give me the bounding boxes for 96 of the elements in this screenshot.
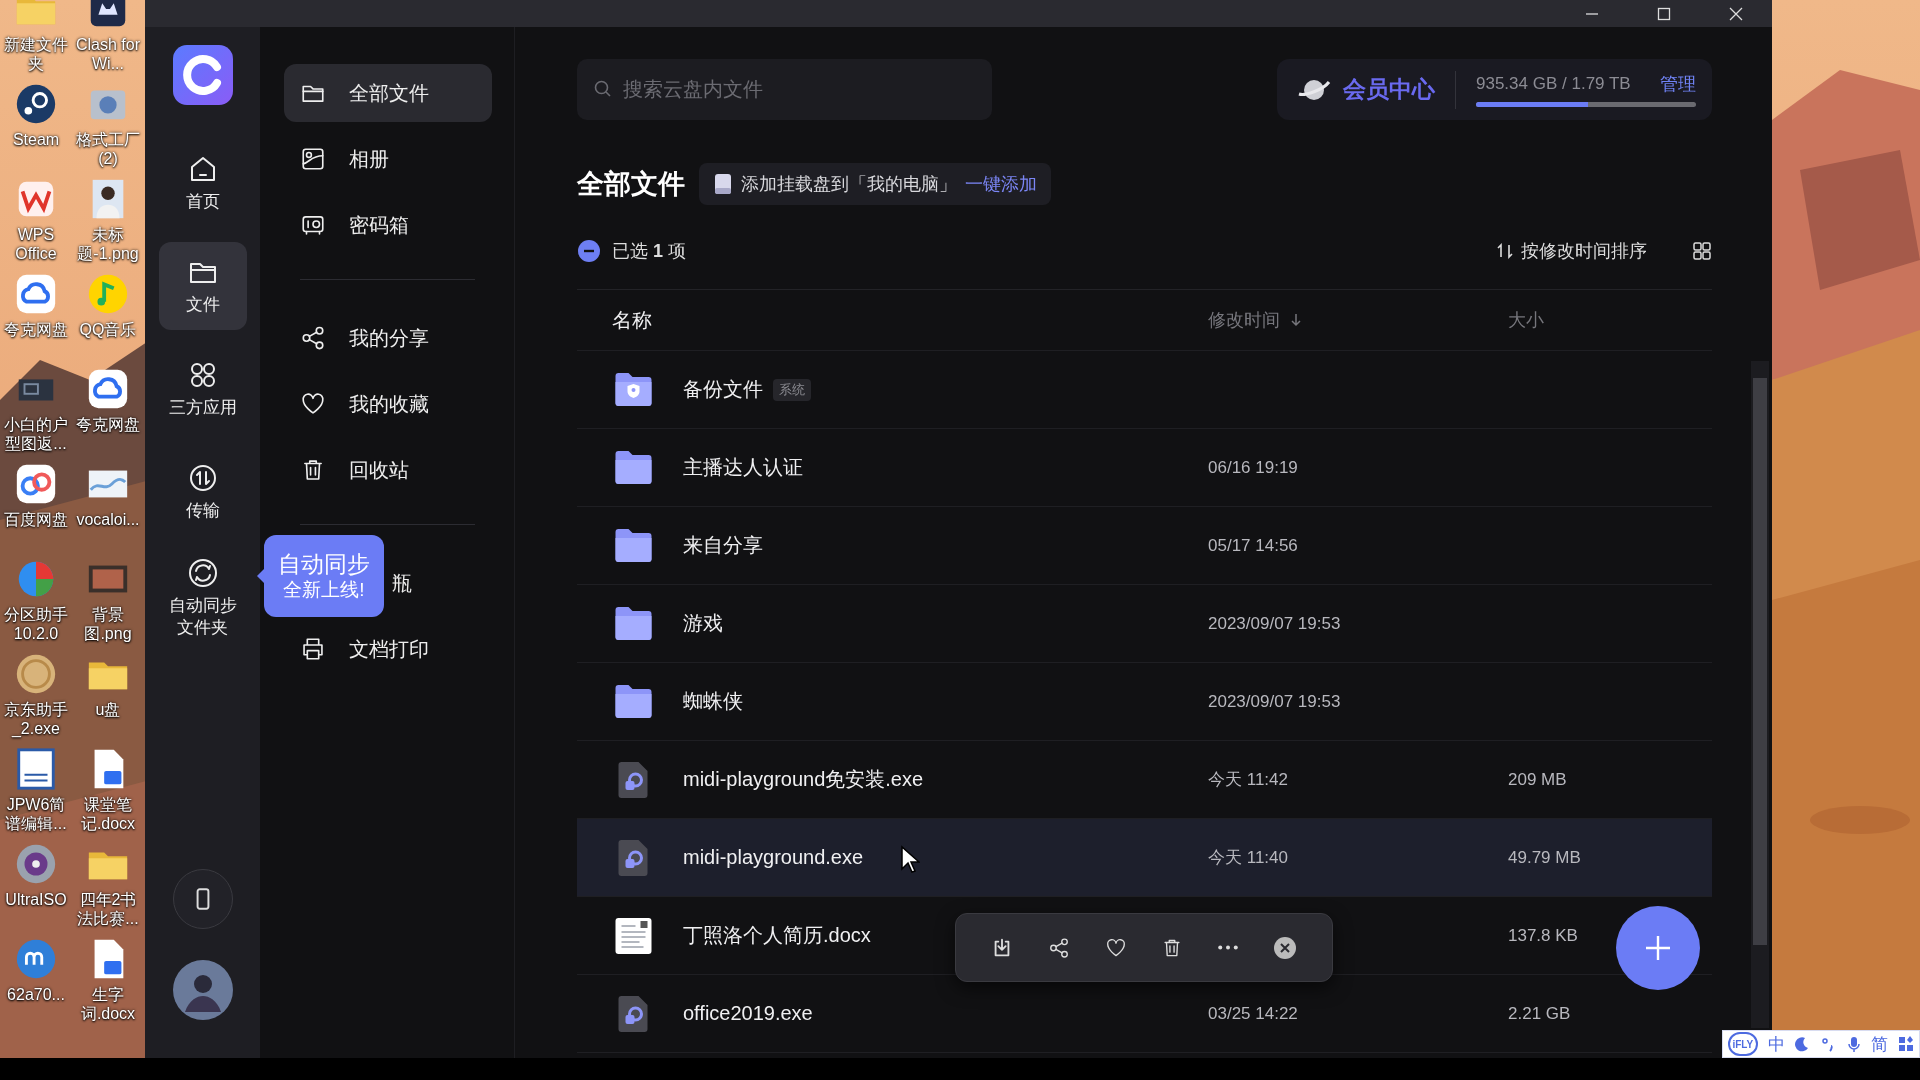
file-size: 2.21 GB <box>1508 1003 1571 1023</box>
sidebar-item[interactable]: 我的收藏 <box>284 375 492 433</box>
file-name: 主播达人认证 <box>683 455 803 480</box>
heart-icon <box>1104 936 1127 959</box>
ime-mode-button[interactable]: 中 <box>1767 1032 1785 1056</box>
column-header[interactable]: 修改时间 <box>1208 308 1280 332</box>
file-name: 丁照洛个人简历.docx <box>683 923 871 948</box>
share-icon <box>1048 936 1070 959</box>
heart-icon <box>300 391 326 417</box>
tooltip-title: 自动同步 <box>278 550 370 578</box>
file-row[interactable]: 游戏 2023/09/07 19:53 <box>577 585 1712 663</box>
modified-time: 今天 11:40 <box>1208 848 1288 867</box>
nav-tab[interactable]: 传输 <box>158 448 247 536</box>
file-row[interactable]: midi-playground.exe 今天 11:40 49.79 MB <box>577 819 1712 897</box>
sync-icon <box>186 557 219 589</box>
selection-count: 已选 1 项 <box>612 240 688 263</box>
app-logo-icon <box>172 45 233 105</box>
sort-down-icon <box>1288 312 1304 328</box>
maximize-icon <box>1657 6 1671 21</box>
column-header[interactable]: 大小 <box>1508 308 1544 332</box>
desktop-icon-label[interactable]: 背景图.png <box>72 605 144 643</box>
sidebar-item[interactable]: 文档打印 <box>284 620 492 678</box>
modified-time: 06/16 19:19 <box>1208 457 1298 477</box>
close-icon <box>1729 6 1743 21</box>
sidebar-item[interactable]: 回收站 <box>284 441 492 499</box>
share-icon <box>300 325 326 351</box>
tooltip-text: 全新上线! <box>283 578 365 602</box>
nav-tab[interactable]: 自动同步文件夹 <box>158 551 247 645</box>
nav-tab[interactable]: 首页 <box>158 139 247 227</box>
sort-icon <box>1495 241 1515 261</box>
file-name: 备份文件 <box>683 377 763 402</box>
member-center-link[interactable]: 会员中心 <box>1343 74 1435 105</box>
sidebar-item[interactable]: 我的分享 <box>284 309 492 367</box>
desktop-icon-label[interactable]: UltraISO <box>0 890 72 909</box>
desktop-icon-label[interactable]: JPW6简谱编辑... <box>0 795 72 833</box>
file-name: 来自分享 <box>683 533 763 558</box>
desktop-icon-label[interactable]: 百度网盘 <box>0 510 72 529</box>
file-row[interactable]: 来自分享 05/17 14:56 <box>577 507 1712 585</box>
ime-mode-button[interactable]: 简 <box>1871 1032 1889 1056</box>
plus-icon <box>1643 933 1673 963</box>
desktop-icon-label[interactable]: 京东助手_2.exe <box>0 700 72 738</box>
photo-icon <box>300 146 326 172</box>
sort-button[interactable]: 按修改时间排序 <box>1521 239 1647 263</box>
search-field[interactable]: 搜索云盘内文件 <box>577 59 992 120</box>
file-name: 蜘蛛侠 <box>683 689 743 714</box>
storage-usage: 935.34 GB / 1.79 TB <box>1476 74 1631 94</box>
desktop-icon-label[interactable]: 四年2书法比赛... <box>72 890 144 928</box>
desktop-icon-label[interactable]: vocaloi... <box>72 510 144 529</box>
desktop-icon-label[interactable]: 夸克网盘 <box>72 415 144 434</box>
nav-tab[interactable]: 三方应用 <box>158 345 247 433</box>
sidebar-item[interactable]: 全部文件 <box>284 64 492 122</box>
microphone-icon <box>1845 1036 1862 1052</box>
modified-time: 03/25 14:22 <box>1208 1003 1298 1023</box>
file-name: midi-playground免安装.exe <box>683 767 924 792</box>
modified-time: 05/17 14:56 <box>1208 535 1298 555</box>
close-icon <box>1272 935 1297 960</box>
desktop-icon-label[interactable]: 课堂笔记.docx <box>72 795 144 833</box>
apps-grid-icon <box>1898 1036 1915 1052</box>
file-size: 49.79 MB <box>1508 847 1581 867</box>
banner-text: 添加挂载盘到「我的电脑」 <box>741 173 957 196</box>
sidebar-item[interactable]: 相册 <box>284 130 492 188</box>
minimize-icon <box>1585 12 1599 15</box>
scrollbar[interactable] <box>1751 361 1769 1028</box>
punctuation-icon <box>1819 1036 1836 1052</box>
file-name: office2019.exe <box>683 1002 813 1025</box>
add-link[interactable]: 一键添加 <box>965 172 1037 196</box>
moon-icon <box>1794 1036 1811 1052</box>
modified-time: 2023/09/07 19:53 <box>1208 691 1341 711</box>
file-size: 209 MB <box>1508 769 1567 789</box>
file-size: 137.8 KB <box>1508 925 1578 945</box>
ime-logo[interactable]: iFLY <box>1727 1032 1758 1056</box>
sidebar-item[interactable]: 密码箱 <box>284 196 492 254</box>
file-row[interactable]: 主播达人认证 06/16 19:19 <box>577 429 1712 507</box>
desktop-icon-label[interactable]: u盘 <box>72 700 144 719</box>
page-title: 全部文件 <box>577 168 685 201</box>
tag: 系统 <box>773 378 811 401</box>
desktop-icon-label[interactable]: 分区助手10.2.0 <box>0 605 72 643</box>
file-row[interactable]: 备份文件 系统 <box>577 351 1712 429</box>
desktop-icon-label[interactable]: 生字词.docx <box>72 985 144 1023</box>
mouse-cursor-icon <box>900 845 920 875</box>
more-icon <box>1217 945 1238 950</box>
printer-icon <box>300 636 326 662</box>
scrollbar-thumb[interactable] <box>1753 378 1767 945</box>
desktop-icon-label[interactable]: 小白的户型图返... <box>0 415 72 453</box>
column-header[interactable]: 名称 <box>612 306 652 334</box>
deselect-icon <box>577 239 601 263</box>
avatar <box>172 960 233 1020</box>
file-name: midi-playground.exe <box>683 846 864 869</box>
modified-time: 今天 11:42 <box>1208 770 1288 789</box>
nav-tab[interactable]: 文件 <box>158 242 247 330</box>
modified-time: 2023/09/07 19:53 <box>1208 613 1341 633</box>
grid-view-icon <box>1692 241 1712 261</box>
file-name: 游戏 <box>683 611 723 636</box>
file-row[interactable]: 蜘蛛侠 2023/09/07 19:53 <box>577 663 1712 741</box>
desktop-icon-label[interactable]: 62a70... <box>0 985 72 1004</box>
manage-link[interactable]: 管理 <box>1660 72 1696 96</box>
